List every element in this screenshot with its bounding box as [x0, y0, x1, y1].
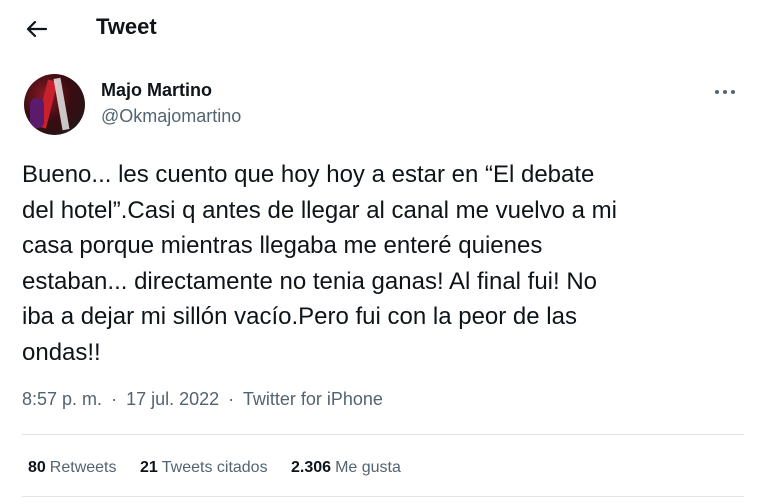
avatar[interactable] — [24, 74, 85, 135]
author-name[interactable]: Majo Martino — [101, 80, 212, 101]
retweets-label: Retweets — [49, 459, 117, 476]
quotes-count: 21 — [139, 459, 158, 476]
divider — [22, 496, 744, 497]
page-title: Tweet — [96, 14, 157, 39]
meta-separator: · — [228, 389, 235, 409]
likes-stat[interactable]: 2.306 Me gusta — [291, 459, 401, 477]
retweets-count: 80 — [28, 459, 46, 476]
more-options-button[interactable] — [708, 80, 742, 104]
likes-count: 2.306 — [291, 459, 332, 476]
more-horizontal-icon — [715, 90, 735, 94]
tweet-date[interactable]: 17 jul. 2022 — [126, 389, 219, 409]
arrow-left-icon — [26, 20, 48, 38]
tweet-time[interactable]: 8:57 p. m. — [22, 389, 102, 409]
tweet-stats: 80 Retweets 21 Tweets citados 2.306 Me gust… — [28, 459, 420, 477]
tweet-page: Tweet Majo Martino @Okmajomartino Bueno.… — [0, 0, 767, 504]
likes-label: Me gusta — [335, 459, 401, 476]
author-handle[interactable]: @Okmajomartino — [101, 106, 241, 127]
divider — [22, 434, 744, 435]
retweets-stat[interactable]: 80 Retweets — [28, 459, 117, 477]
tweet-source[interactable]: Twitter for iPhone — [243, 389, 383, 409]
tweet-text: Bueno... les cuento que hoy hoy a estar … — [22, 161, 617, 366]
tweet-meta: 8:57 p. m. · 17 jul. 2022 · Twitter for … — [22, 389, 383, 410]
quote-tweets-stat[interactable]: 21 Tweets citados — [140, 459, 268, 477]
back-button[interactable] — [20, 12, 54, 46]
quotes-label: Tweets citados — [161, 459, 268, 476]
meta-separator: · — [111, 389, 118, 409]
top-bar: Tweet — [0, 0, 767, 56]
